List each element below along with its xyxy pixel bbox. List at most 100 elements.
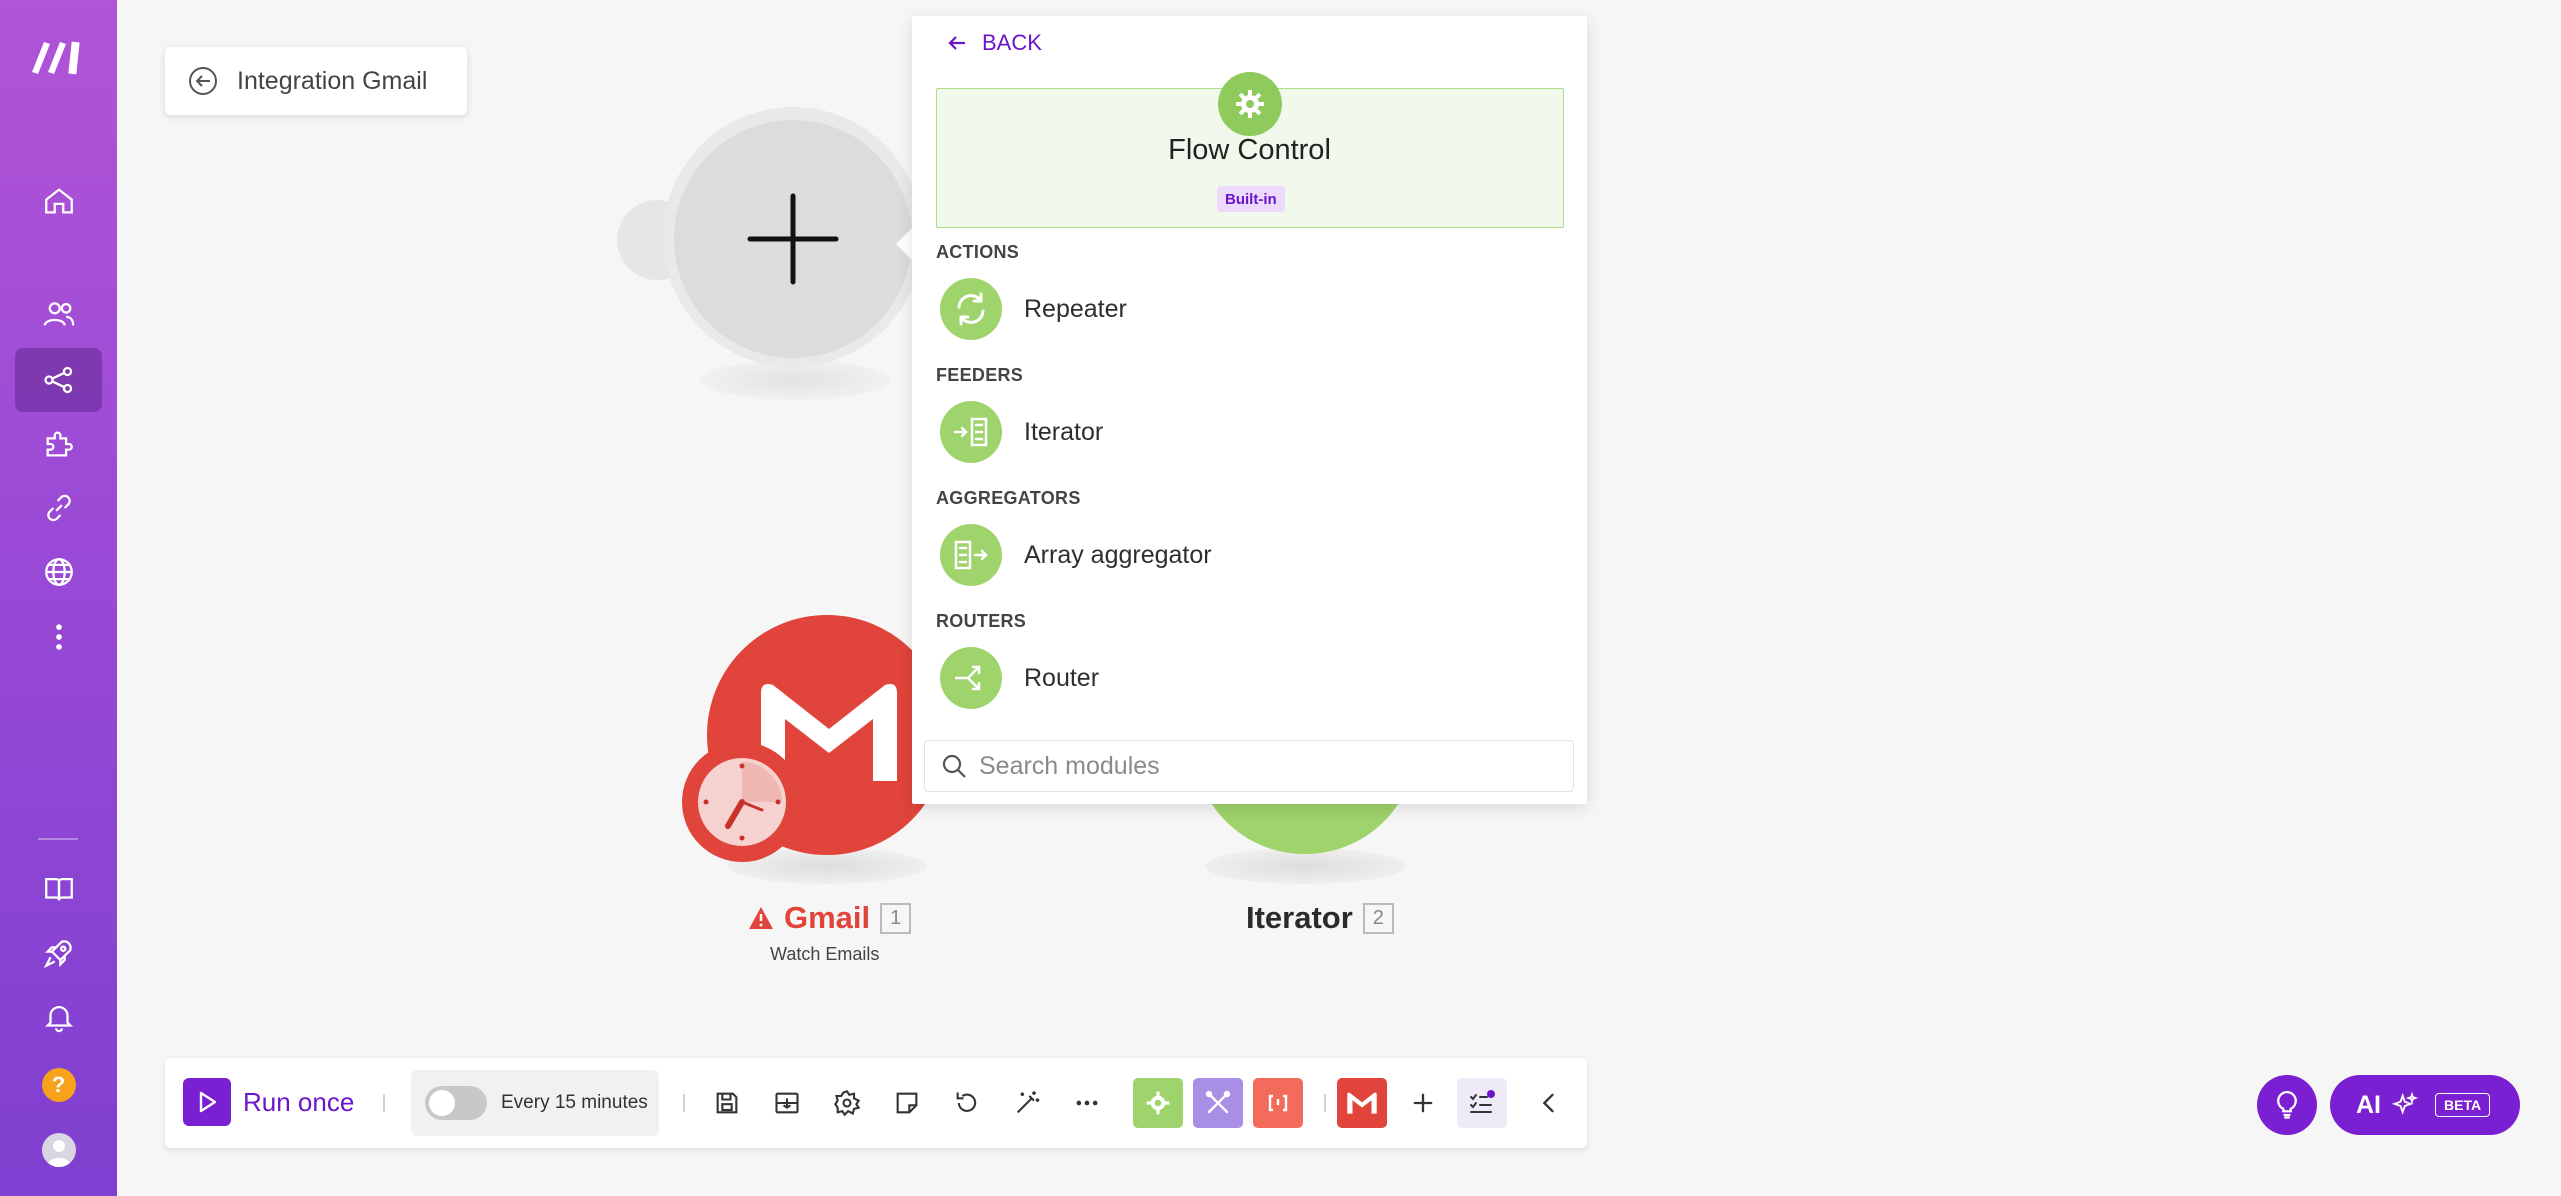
flow-control-tool-button[interactable]: [1133, 1078, 1183, 1128]
avatar: [41, 1133, 76, 1167]
magic-wand-icon: [1016, 1091, 1040, 1114]
gmail-m-icon: [1347, 1092, 1377, 1114]
undo-icon: [956, 1092, 977, 1112]
undo-button[interactable]: [947, 1083, 987, 1123]
collapse-toolbar-button[interactable]: [1529, 1083, 1569, 1123]
search-modules-field[interactable]: [924, 740, 1574, 792]
lightbulb-icon: [2277, 1090, 2297, 1119]
notifications-nav-button[interactable]: [15, 985, 102, 1049]
gmail-node-name: Gmail: [784, 900, 871, 935]
gear-icon: [1218, 72, 1282, 136]
connections-nav-button[interactable]: [15, 476, 102, 540]
gmail-node-subtitle: Watch Emails: [770, 944, 880, 964]
module-item-array-aggregator[interactable]: Array aggregator: [940, 520, 1560, 590]
module-picker-panel: BACK Flow Control Built-in ACTIONS Repea…: [912, 16, 1587, 804]
module-label: Router: [1024, 663, 1100, 692]
back-label: BACK: [982, 30, 1042, 55]
make-logo[interactable]: [30, 36, 88, 76]
back-button[interactable]: BACK: [946, 30, 1042, 56]
apps-nav-button[interactable]: [15, 412, 102, 476]
gear-icon: [1146, 1091, 1170, 1115]
save-button[interactable]: [707, 1083, 747, 1123]
scenarios-nav-button[interactable]: [15, 348, 102, 412]
more-vertical-icon: [55, 624, 62, 650]
text-parser-button[interactable]: [1253, 1078, 1303, 1128]
array-aggregator-icon: [940, 524, 1002, 586]
iterator-node-label[interactable]: Iterator 2: [1246, 900, 1394, 936]
share-nodes-icon: [43, 366, 72, 394]
profile-nav-button[interactable]: [15, 1118, 102, 1182]
help-nav-button[interactable]: ?: [15, 1053, 102, 1117]
toolbar-separator: [383, 1094, 385, 1112]
built-in-badge: Built-in: [1217, 186, 1285, 212]
iterator-icon: [940, 401, 1002, 463]
section-heading-routers: ROUTERS: [936, 611, 1027, 631]
router-icon: [940, 647, 1002, 709]
module-label: Repeater: [1024, 294, 1127, 323]
beta-badge: BETA: [2435, 1093, 2491, 1117]
save-icon: [716, 1092, 738, 1114]
module-item-iterator[interactable]: Iterator: [940, 397, 1560, 467]
app-title: Flow Control: [1168, 134, 1331, 166]
help-icon: ?: [41, 1068, 76, 1102]
module-item-repeater[interactable]: Repeater: [940, 274, 1560, 344]
repeater-icon: [940, 278, 1002, 340]
module-item-router[interactable]: Router: [940, 643, 1560, 713]
schedule-label[interactable]: Every 15 minutes: [501, 1092, 648, 1114]
gear-icon: [834, 1090, 861, 1117]
notes-button[interactable]: [887, 1083, 927, 1123]
section-heading-actions: ACTIONS: [936, 242, 1020, 262]
ai-label: AI: [2356, 1090, 2381, 1119]
auto-align-button[interactable]: [1007, 1083, 1047, 1123]
plus-icon: [1413, 1093, 1433, 1113]
search-input[interactable]: [979, 751, 1539, 781]
run-once-button[interactable]: Run once: [183, 1078, 354, 1126]
scenario-title[interactable]: Integration Gmail: [237, 67, 427, 96]
tools-button[interactable]: [1193, 1078, 1243, 1128]
book-icon: [44, 877, 73, 901]
scenario-toolbar: Run once Every 15 minutes: [165, 1058, 1587, 1148]
chevron-left-icon: [1542, 1093, 1554, 1113]
iterator-node-name: Iterator: [1246, 900, 1353, 935]
docs-nav-button[interactable]: [15, 857, 102, 921]
rocket-icon: [43, 940, 72, 969]
bell-icon: [44, 1006, 73, 1033]
scenario-io-button[interactable]: [767, 1083, 807, 1123]
globe-icon: [44, 558, 73, 586]
scheduling-toggle[interactable]: [425, 1086, 487, 1120]
users-icon: [43, 302, 74, 326]
play-icon: [183, 1078, 231, 1126]
section-heading-aggregators: AGGREGATORS: [936, 488, 1081, 508]
hints-button[interactable]: [2257, 1075, 2317, 1135]
link-icon: [46, 494, 71, 522]
scenario-title-chip[interactable]: Integration Gmail: [165, 47, 467, 115]
arrow-left-icon: [948, 36, 965, 50]
module-label: Iterator: [1024, 417, 1104, 446]
schedule-control[interactable]: Every 15 minutes: [411, 1070, 659, 1136]
gmail-node-label[interactable]: Gmail 1: [748, 900, 912, 936]
back-arrow-circle-icon[interactable]: [187, 65, 219, 97]
gmail-tool-button[interactable]: [1337, 1078, 1387, 1128]
checklist-button[interactable]: [1457, 1078, 1507, 1128]
toolbar-separator: [683, 1094, 685, 1112]
add-app-button[interactable]: [1403, 1083, 1443, 1123]
ai-assistant-button[interactable]: AI BETA: [2330, 1075, 2520, 1135]
scenario-settings-button[interactable]: [827, 1083, 867, 1123]
run-once-label: Run once: [243, 1086, 355, 1117]
home-icon: [44, 188, 73, 214]
more-options-button[interactable]: [1067, 1083, 1107, 1123]
iterator-node-number: 2: [1362, 902, 1394, 934]
warning-icon: [749, 907, 773, 929]
brackets-icon: [1268, 1094, 1288, 1112]
home-nav-button[interactable]: [15, 169, 102, 233]
more-nav-button[interactable]: [15, 605, 102, 669]
webhooks-nav-button[interactable]: [15, 540, 102, 604]
left-sidebar: ?: [0, 0, 117, 1196]
add-module-node[interactable]: [674, 120, 912, 358]
checklist-icon: [1470, 1090, 1495, 1113]
tools-icon: [1205, 1090, 1231, 1114]
puzzle-icon: [46, 431, 73, 457]
team-nav-button[interactable]: [15, 282, 102, 346]
whats-new-nav-button[interactable]: [15, 921, 102, 985]
gmail-node-number: 1: [880, 902, 912, 934]
